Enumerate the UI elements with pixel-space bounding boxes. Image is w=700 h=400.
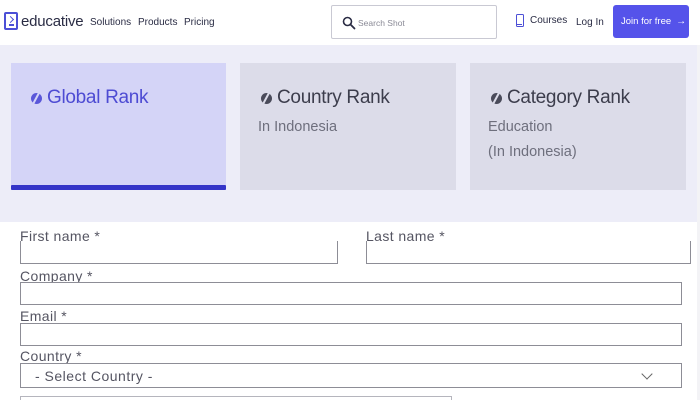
search-box[interactable]: [331, 5, 497, 39]
nav-solutions[interactable]: Solutions: [90, 17, 131, 28]
country-select[interactable]: - Select Country -: [20, 363, 682, 388]
search-icon: [342, 16, 356, 30]
rank-icon: [31, 92, 42, 104]
category-rank-region: (In Indonesia): [488, 144, 577, 160]
nav-products[interactable]: Products: [138, 17, 177, 28]
courses-link[interactable]: Courses: [516, 14, 567, 27]
last-name-field[interactable]: [366, 241, 691, 264]
educative-logo[interactable]: educative: [4, 12, 84, 30]
country-label: Country *: [20, 348, 82, 364]
category-rank-subtitle: Education: [488, 119, 553, 135]
top-navbar: educative Solutions Products Pricing Cou…: [0, 0, 700, 45]
rank-icon: [261, 92, 272, 104]
first-name-field[interactable]: [20, 241, 338, 264]
company-field[interactable]: [20, 282, 682, 305]
logo-text: educative: [21, 12, 84, 30]
next-form-field[interactable]: [20, 396, 452, 400]
category-rank-label: Category Rank: [507, 87, 630, 108]
active-tab-indicator: [11, 185, 226, 190]
country-rank-label: Country Rank: [277, 87, 390, 108]
global-rank-label: Global Rank: [47, 87, 149, 108]
educative-logo-icon: [4, 12, 18, 30]
tab-country-rank[interactable]: Country Rank In Indonesia: [240, 63, 456, 190]
nav-pricing[interactable]: Pricing: [184, 17, 215, 28]
country-select-value: - Select Country -: [35, 368, 153, 384]
courses-label: Courses: [530, 15, 568, 26]
join-label: Join for free: [621, 16, 672, 27]
arrow-right-icon: →: [676, 16, 687, 27]
rank-icon: [491, 92, 502, 104]
country-rank-title: Country Rank: [261, 87, 390, 109]
global-rank-title: Global Rank: [31, 87, 149, 109]
login-link[interactable]: Log In: [576, 17, 604, 28]
tab-category-rank[interactable]: Category Rank Education (In Indonesia): [470, 63, 686, 190]
country-rank-subtitle: In Indonesia: [258, 119, 338, 135]
email-field[interactable]: [20, 323, 682, 346]
tablet-icon: [516, 14, 524, 27]
tab-global-rank[interactable]: Global Rank: [11, 63, 226, 190]
rank-tabs-section: Global Rank Country Rank In Indonesia Ca…: [0, 45, 700, 222]
join-for-free-button[interactable]: Join for free →: [613, 5, 689, 38]
email-label: Email *: [20, 308, 68, 324]
category-rank-title: Category Rank: [491, 87, 630, 109]
search-input[interactable]: [358, 14, 492, 32]
chevron-down-icon: [641, 368, 653, 380]
